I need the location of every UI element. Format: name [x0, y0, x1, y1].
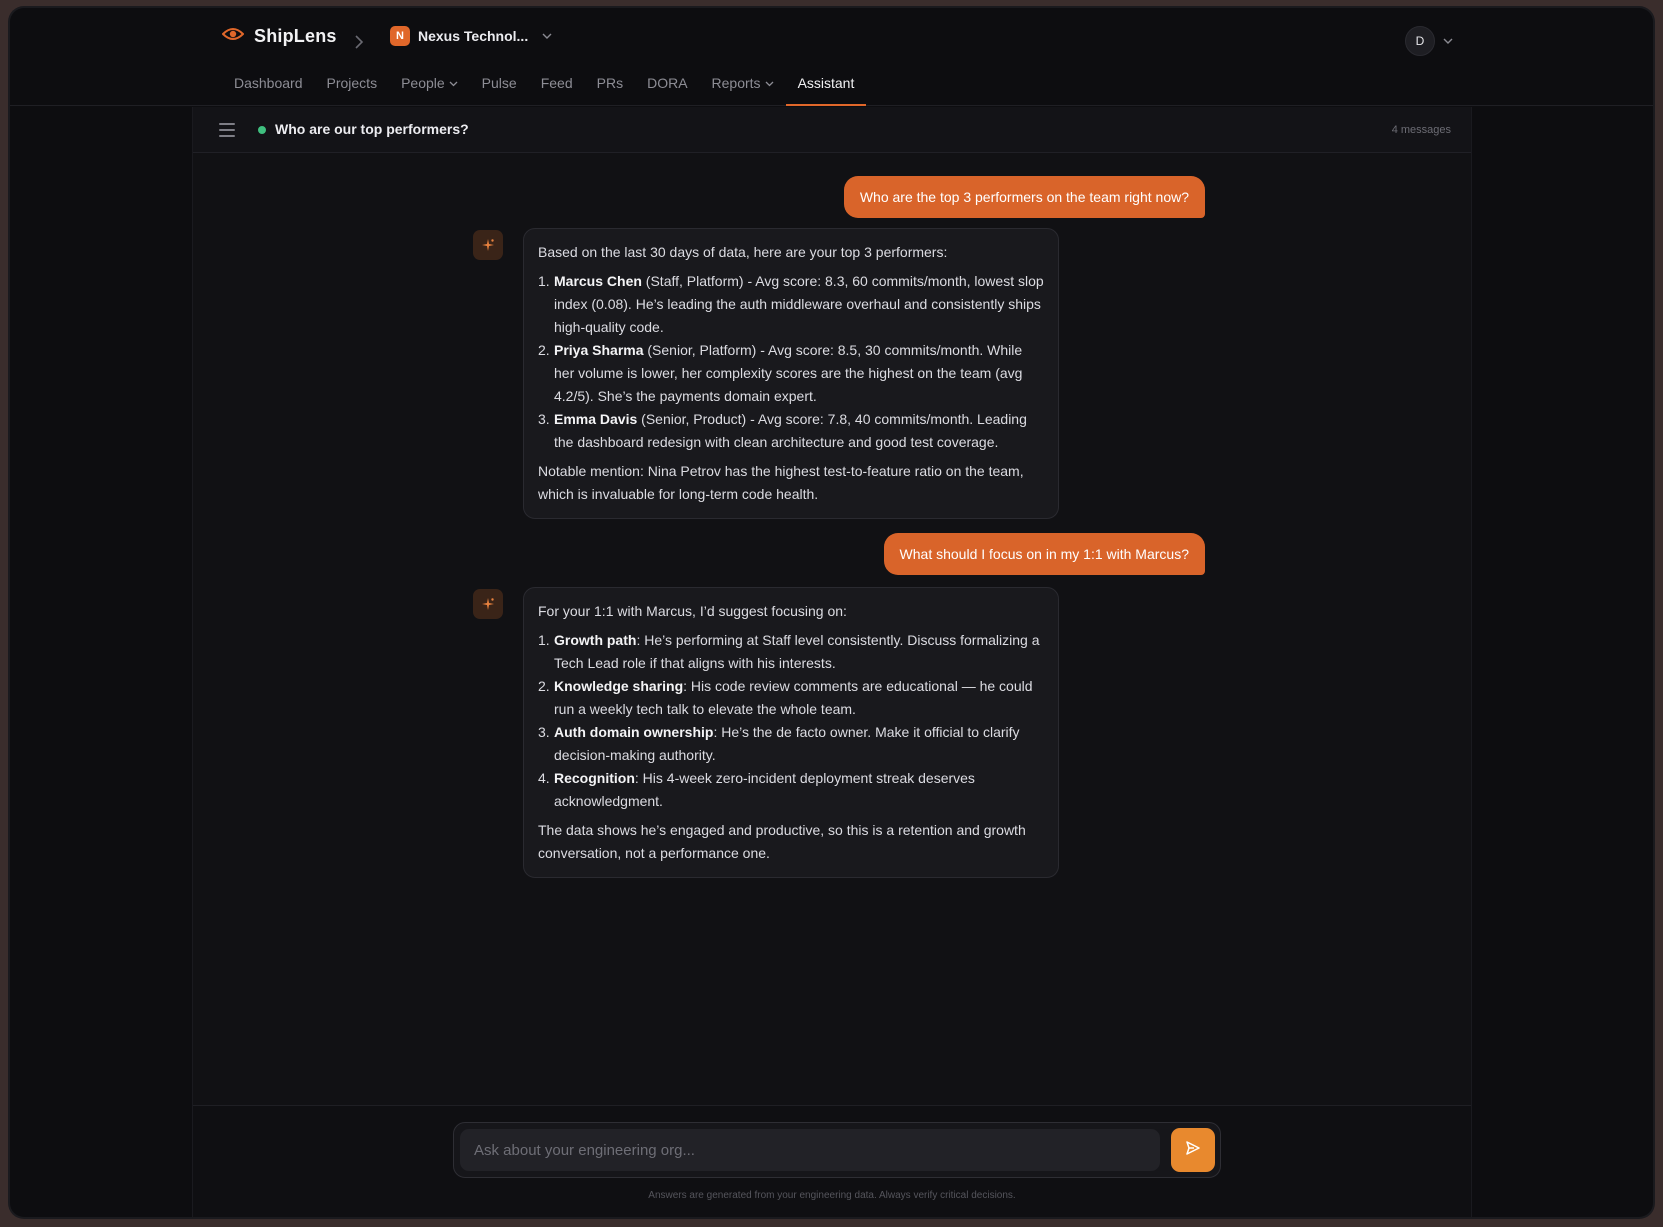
send-button[interactable] [1171, 1128, 1215, 1172]
chat-header: Who are our top performers? 4 messages [193, 107, 1471, 153]
nav-people[interactable]: People [389, 72, 470, 106]
nav-people-label: People [401, 75, 445, 91]
app-window: ShipLens N Nexus Technol... D Dashboard … [10, 8, 1653, 1217]
sparkle-icon [473, 589, 503, 619]
message-intro: For your 1:1 with Marcus, I’d suggest fo… [538, 603, 847, 619]
nav-dashboard[interactable]: Dashboard [222, 72, 315, 106]
user-message: What should I focus on in my 1:1 with Ma… [883, 533, 1205, 575]
send-icon [1185, 1140, 1201, 1161]
nav-feed[interactable]: Feed [529, 72, 585, 106]
list-item: 3. Auth domain ownership: He’s the de fac… [538, 724, 1020, 763]
chevron-down-icon [765, 73, 774, 106]
composer [453, 1122, 1221, 1178]
list-item: 1. Growth path: He’s performing at Staff … [538, 632, 1040, 671]
chevron-right-icon [354, 34, 364, 55]
status-dot [258, 126, 266, 134]
eye-logo-icon [221, 27, 245, 46]
nav-reports-label: Reports [711, 75, 761, 91]
top-header: ShipLens N Nexus Technol... D Dashboard … [10, 8, 1653, 106]
message-outro: Notable mention: Nina Petrov has the hig… [538, 463, 1024, 502]
brand[interactable]: ShipLens [221, 26, 337, 47]
org-name: Nexus Technol... [418, 28, 529, 44]
chevron-down-icon [1443, 35, 1453, 47]
nav-pulse[interactable]: Pulse [470, 72, 529, 106]
composer-area: Answers are generated from your engineer… [193, 1105, 1471, 1217]
nav-projects[interactable]: Projects [315, 72, 390, 106]
message-count: 4 messages [1391, 124, 1451, 136]
chat-title: Who are our top performers? [275, 121, 469, 137]
list-item: 3. Emma Davis (Senior, Product) - Avg sco… [538, 411, 1027, 450]
menu-icon[interactable] [219, 123, 235, 137]
list-item: 4. Recognition: His 4-week zero-incident … [538, 770, 975, 809]
avatar: D [1405, 26, 1435, 56]
user-menu[interactable]: D [1405, 26, 1453, 56]
org-switcher[interactable]: N Nexus Technol... [390, 26, 552, 46]
message-intro: Based on the last 30 days of data, here … [538, 244, 948, 260]
chat-panel: Who are our top performers? 4 messages W… [192, 107, 1472, 1217]
user-message: Who are the top 3 performers on the team… [843, 176, 1205, 218]
nav-dora[interactable]: DORA [635, 72, 699, 106]
nav-reports[interactable]: Reports [700, 72, 786, 106]
brand-name: ShipLens [254, 26, 337, 46]
nav-assistant[interactable]: Assistant [785, 72, 867, 106]
focus-list: 1. Growth path: He’s performing at Staff … [538, 629, 1044, 813]
assistant-message: Based on the last 30 days of data, here … [523, 228, 1059, 519]
list-item: 1. Marcus Chen (Staff, Platform) - Avg sc… [538, 273, 1044, 335]
nav-prs[interactable]: PRs [585, 72, 635, 106]
list-item: 2. Priya Sharma (Senior, Platform) - Avg … [538, 342, 1023, 404]
message-outro: The data shows he’s engaged and producti… [538, 822, 1026, 861]
org-badge: N [390, 26, 410, 46]
list-item: 2. Knowledge sharing: His code review com… [538, 678, 1033, 717]
chevron-down-icon [542, 30, 552, 42]
disclaimer: Answers are generated from your engineer… [648, 1190, 1016, 1201]
chat-input[interactable] [460, 1129, 1160, 1171]
main-nav: Dashboard Projects People Pulse Feed PRs… [222, 72, 867, 106]
chevron-down-icon [449, 73, 458, 106]
assistant-message: For your 1:1 with Marcus, I’d suggest fo… [523, 587, 1059, 878]
sparkle-icon [473, 230, 503, 260]
performer-list: 1. Marcus Chen (Staff, Platform) - Avg sc… [538, 270, 1044, 454]
